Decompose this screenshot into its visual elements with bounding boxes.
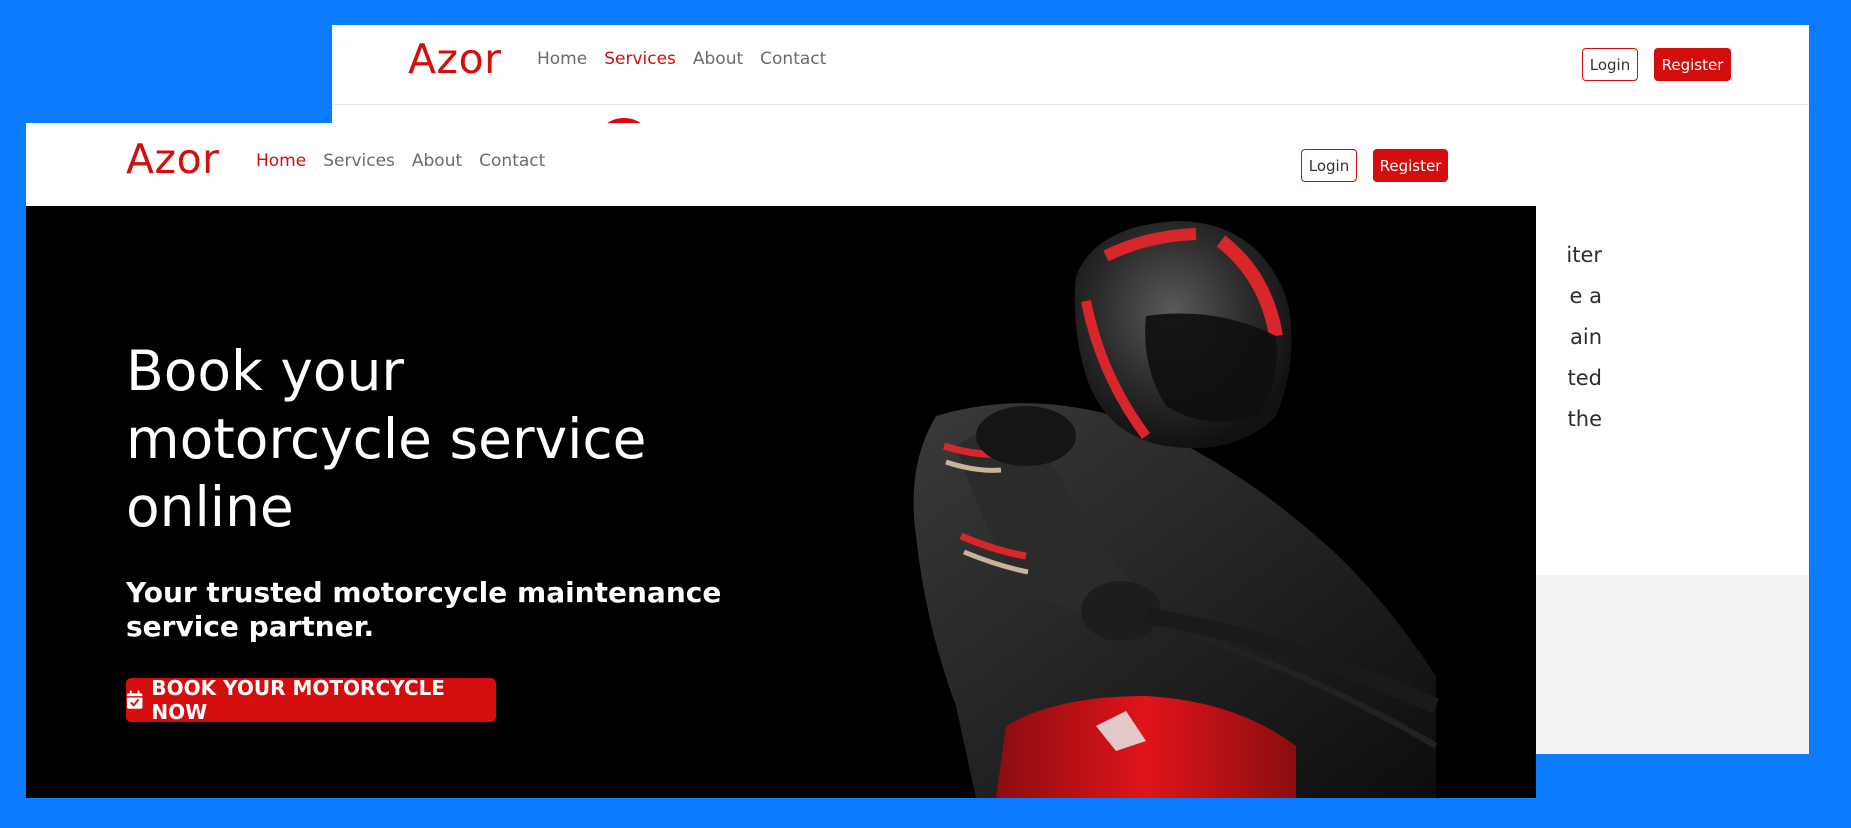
hero-subtitle: Your trusted motorcycle maintenance serv… (126, 576, 726, 644)
register-button[interactable]: Register (1373, 149, 1448, 182)
front-navbar: Azor Home Services About Contact Login R… (26, 123, 1536, 206)
home-page-window: Azor Home Services About Contact Login R… (26, 123, 1536, 798)
front-nav-links: Home Services About Contact (256, 151, 545, 171)
calendar-check-icon (126, 690, 143, 709)
nav-link-contact[interactable]: Contact (760, 49, 826, 69)
hero-title-line: online (126, 475, 294, 539)
hero-subtitle-line: Your trusted motorcycle maintenance (126, 576, 722, 609)
nav-link-services[interactable]: Services (323, 151, 395, 171)
nav-link-services[interactable]: Services (604, 49, 676, 69)
hero-section: Book your motorcycle service online Your… (26, 206, 1536, 798)
hero-title-line: motorcycle service (126, 407, 647, 471)
login-button[interactable]: Login (1582, 48, 1638, 81)
nav-link-about[interactable]: About (693, 49, 743, 69)
nav-link-home[interactable]: Home (256, 151, 306, 171)
nav-link-home[interactable]: Home (537, 49, 587, 69)
hero-subtitle-line: service partner. (126, 610, 375, 643)
hero-title-line: Book your (126, 339, 405, 403)
book-motorcycle-label: BOOK YOUR MOTORCYCLE NOW (151, 676, 445, 724)
motorcycle-rider-image (913, 221, 1440, 798)
back-nav-links: Home Services About Contact (537, 49, 826, 69)
nav-link-contact[interactable]: Contact (479, 151, 545, 171)
book-motorcycle-button[interactable]: BOOK YOUR MOTORCYCLE NOW (126, 676, 496, 724)
brand-logo[interactable]: Azor (126, 135, 220, 183)
brand-logo[interactable]: Azor (408, 35, 502, 83)
back-navbar: Azor Home Services About Contact Login R… (332, 25, 1809, 105)
register-button[interactable]: Register (1654, 48, 1731, 81)
nav-link-about[interactable]: About (412, 151, 462, 171)
hero-title: Book your motorcycle service online (126, 337, 726, 541)
login-button[interactable]: Login (1301, 149, 1357, 182)
